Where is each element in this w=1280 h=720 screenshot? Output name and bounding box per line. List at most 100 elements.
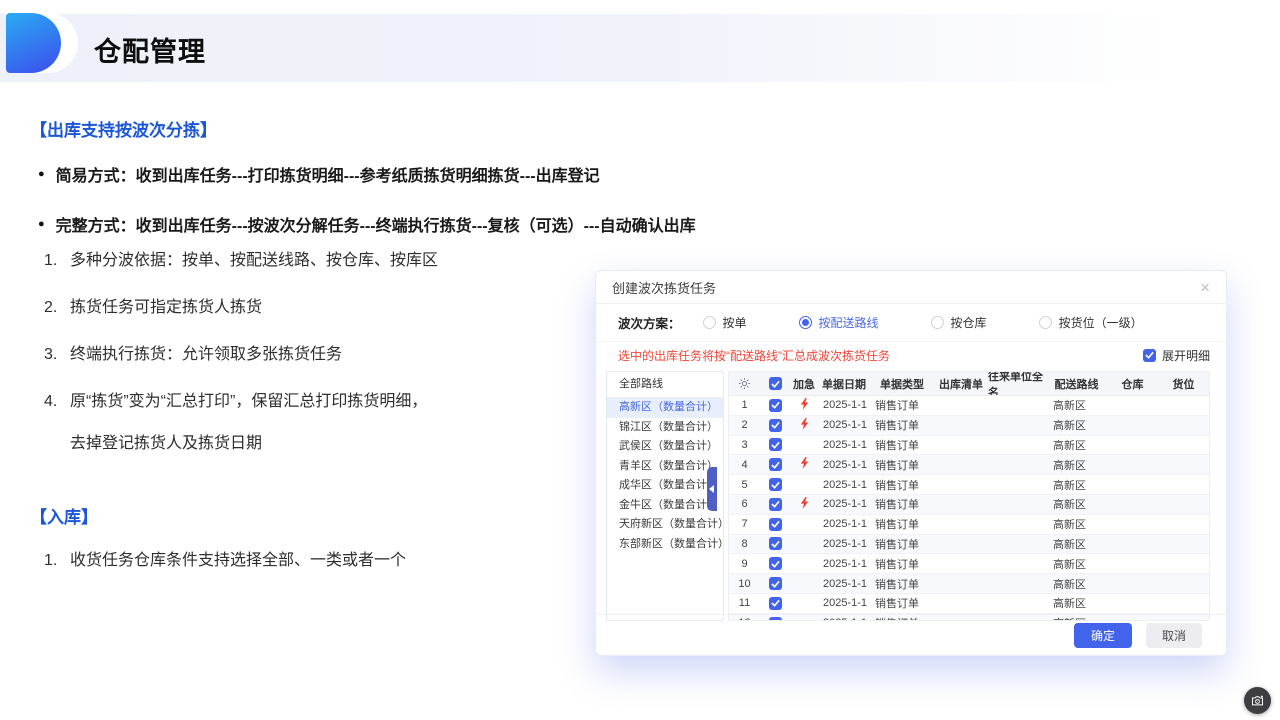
checkbox-checked-icon[interactable] (769, 377, 782, 390)
cell-route: 高新区 (1048, 554, 1105, 573)
radio-icon[interactable] (931, 316, 944, 329)
column-header: 货位 (1160, 372, 1207, 395)
cell-type: 销售订单 (870, 495, 934, 514)
section-heading-outbound: 【出库支持按波次分拣】 (30, 116, 217, 141)
table-row[interactable]: 92025-1-1销售订单高新区 (729, 554, 1209, 574)
urgent-cell (790, 515, 818, 534)
checkbox-checked-icon[interactable] (769, 438, 782, 451)
urgent-cell (790, 475, 818, 494)
row-checkbox[interactable] (760, 396, 790, 415)
row-checkbox[interactable] (760, 574, 790, 593)
radio-icon[interactable] (799, 316, 812, 329)
row-checkbox[interactable] (760, 436, 790, 455)
column-header: 配送路线 (1048, 372, 1105, 395)
route-item[interactable]: 青羊区（数量合计） (607, 457, 723, 477)
cell-route: 高新区 (1048, 535, 1105, 554)
table-row[interactable]: 102025-1-1销售订单高新区 (729, 574, 1209, 594)
cell-slot (1160, 535, 1207, 554)
route-item[interactable]: 高新区（数量合计） (607, 398, 723, 418)
plan-option[interactable]: 按配送路线 (799, 314, 879, 331)
route-item[interactable]: 金牛区（数量合计） (607, 496, 723, 516)
cell-list (934, 574, 988, 593)
column-settings-gear-icon[interactable] (729, 372, 760, 395)
cancel-button[interactable]: 取消 (1146, 623, 1202, 648)
table-row[interactable]: 72025-1-1销售订单高新区 (729, 515, 1209, 535)
row-checkbox[interactable] (760, 455, 790, 474)
checkbox-checked-icon[interactable] (769, 577, 782, 590)
route-item[interactable]: 锦江区（数量合计） (607, 418, 723, 438)
camera-icon (1250, 693, 1265, 708)
feature-list-item: 2.拣货任务可指定拣货人拣货 (44, 287, 438, 329)
row-index: 8 (729, 535, 760, 554)
sidebar-collapse-handle[interactable] (707, 467, 717, 511)
checkbox-checked-icon[interactable] (769, 399, 782, 412)
row-checkbox[interactable] (760, 495, 790, 514)
cell-date: 2025-1-1 (818, 475, 870, 494)
slide: 仓配管理 【出库支持按波次分拣】 ●简易方式：收到出库任务---打印拣货明细--… (0, 0, 1280, 720)
urgent-bolt-icon (800, 497, 809, 512)
checkbox-checked-icon[interactable] (769, 478, 782, 491)
plan-option[interactable]: 按仓库 (931, 314, 987, 331)
urgent-cell (790, 574, 818, 593)
table-row[interactable]: 42025-1-1销售订单高新区 (729, 455, 1209, 475)
cell-unit (988, 535, 1048, 554)
row-checkbox[interactable] (760, 535, 790, 554)
checkbox-checked-icon[interactable] (769, 537, 782, 550)
route-item[interactable]: 成华区（数量合计） (607, 476, 723, 496)
dialog-main: 全部路线 高新区（数量合计）锦江区（数量合计）武侯区（数量合计）青羊区（数量合计… (596, 368, 1226, 621)
table-row[interactable]: 52025-1-1销售订单高新区 (729, 475, 1209, 495)
checkbox-checked-icon[interactable] (1143, 349, 1156, 362)
expand-detail-checkbox[interactable]: 展开明细 (1143, 347, 1210, 364)
table-row[interactable]: 32025-1-1销售订单高新区 (729, 436, 1209, 456)
row-index: 1 (729, 396, 760, 415)
checkbox-checked-icon[interactable] (769, 498, 782, 511)
hint-row: 选中的出库任务将按“配送路线”汇总成波次拣货任务 展开明细 (596, 342, 1226, 368)
checkbox-checked-icon[interactable] (769, 518, 782, 531)
table-row[interactable]: 112025-1-1销售订单高新区 (729, 594, 1209, 614)
row-checkbox[interactable] (760, 515, 790, 534)
hint-text: 选中的出库任务将按“配送路线”汇总成波次拣货任务 (618, 347, 890, 364)
cell-type: 销售订单 (870, 554, 934, 573)
cell-date: 2025-1-1 (818, 554, 870, 573)
table-row[interactable]: 82025-1-1销售订单高新区 (729, 535, 1209, 555)
checkbox-checked-icon[interactable] (769, 557, 782, 570)
plan-option[interactable]: 按货位（一级） (1039, 314, 1143, 331)
cell-unit (988, 495, 1048, 514)
table-row[interactable]: 12025-1-1销售订单高新区 (729, 396, 1209, 416)
dialog-footer: 确定 取消 (596, 614, 1226, 655)
table-row[interactable]: 22025-1-1销售订单高新区 (729, 416, 1209, 436)
route-item[interactable]: 东部新区（数量合计） (607, 535, 723, 555)
cell-type: 销售订单 (870, 455, 934, 474)
row-checkbox[interactable] (760, 594, 790, 613)
radio-icon[interactable] (703, 316, 716, 329)
expand-detail-label: 展开明细 (1162, 347, 1210, 364)
plan-option[interactable]: 按单 (703, 314, 747, 331)
cell-route: 高新区 (1048, 574, 1105, 593)
cell-slot (1160, 436, 1207, 455)
row-checkbox[interactable] (760, 554, 790, 573)
route-item[interactable]: 武侯区（数量合计） (607, 437, 723, 457)
cell-list (934, 396, 988, 415)
cell-date: 2025-1-1 (818, 594, 870, 613)
cell-list (934, 475, 988, 494)
row-index: 6 (729, 495, 760, 514)
cell-slot (1160, 455, 1207, 474)
select-all-checkbox[interactable] (760, 372, 790, 395)
cell-slot (1160, 594, 1207, 613)
confirm-button[interactable]: 确定 (1074, 623, 1132, 648)
bullet-dot-icon: ● (38, 218, 45, 230)
checkbox-checked-icon[interactable] (769, 458, 782, 471)
radio-icon[interactable] (1039, 316, 1052, 329)
cell-unit (988, 416, 1048, 435)
checkbox-checked-icon[interactable] (769, 419, 782, 432)
cell-unit (988, 554, 1048, 573)
table-row[interactable]: 62025-1-1销售订单高新区 (729, 495, 1209, 515)
row-checkbox[interactable] (760, 475, 790, 494)
checkbox-checked-icon[interactable] (769, 597, 782, 610)
row-checkbox[interactable] (760, 416, 790, 435)
screenshot-camera-badge[interactable] (1244, 687, 1271, 714)
close-icon[interactable]: × (1200, 279, 1210, 296)
cell-slot (1160, 495, 1207, 514)
cell-unit (988, 475, 1048, 494)
route-item[interactable]: 天府新区（数量合计） (607, 515, 723, 535)
